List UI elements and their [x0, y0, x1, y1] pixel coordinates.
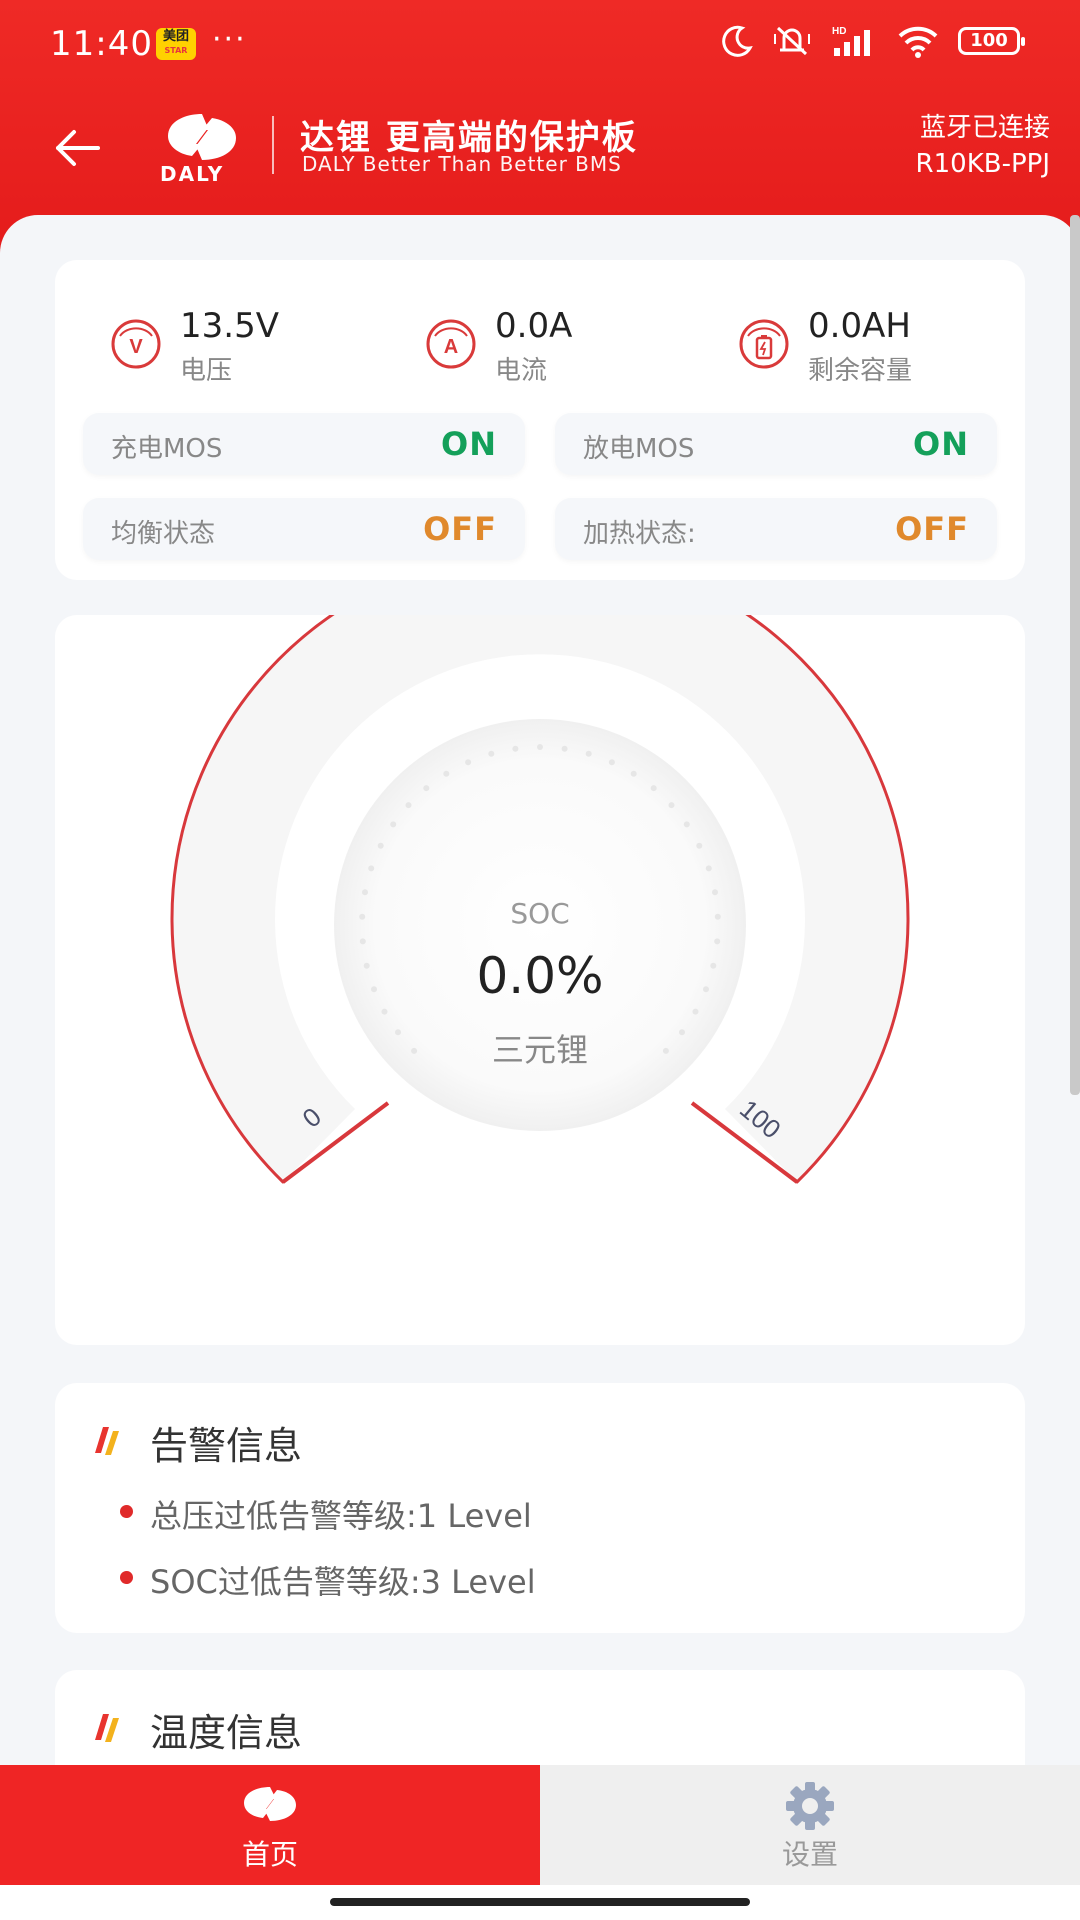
alarm-text: 总压过低告警等级:1 Level	[150, 1497, 532, 1535]
gauge-tick-dot	[668, 802, 675, 809]
gauge-tick-dot	[696, 842, 703, 849]
heating-value: OFF	[895, 510, 969, 548]
gauge-tick-dot	[362, 889, 368, 896]
discharge-mos-label: 放电MOS	[583, 434, 695, 464]
gauge-tick-dot	[465, 759, 472, 766]
gauge-tick-dot	[488, 750, 495, 757]
moon-icon	[722, 25, 753, 57]
voltage-label: 电压	[180, 356, 233, 386]
balance-value: OFF	[423, 510, 497, 548]
current-value: 0.0A	[495, 306, 573, 346]
svg-text:HD: HD	[832, 26, 846, 37]
alarm-dot-icon	[120, 1571, 133, 1584]
alarm-card: 告警信息 总压过低告警等级:1 Level SOC过低告警等级:3 Level	[55, 1383, 1025, 1633]
alarm-item: 总压过低告警等级:1 Level	[120, 1491, 532, 1537]
gauge-tick-dot	[712, 889, 718, 896]
gauge-tick-dot	[423, 785, 430, 792]
current-label: 电流	[495, 356, 548, 386]
gauge-tick-dot	[714, 938, 721, 945]
meituan-badge-text: 美团	[162, 29, 189, 44]
temperature-card: 温度信息	[55, 1670, 1025, 1765]
charge-mos-value: ON	[441, 425, 497, 463]
meituan-badge-sub: STAR	[164, 46, 188, 55]
gauge-tick-dot	[443, 770, 450, 777]
svg-text:V: V	[129, 336, 143, 358]
gauge-tick-dot	[683, 821, 690, 828]
gauge-tick-dot	[705, 865, 712, 872]
mute-bell-icon	[774, 26, 810, 56]
gauge-tick-dot	[608, 759, 615, 766]
gauge-tick-dot	[692, 1008, 699, 1015]
battery-type: 三元锂	[491, 1031, 588, 1069]
discharge-mos-value: ON	[913, 425, 969, 463]
main-content[interactable]: V 13.5V 电压 A 0.0A 电流 0.0AH 剩余容量 充电MOS ON…	[0, 215, 1080, 1765]
bottom-tab-bar: 首页 设置	[0, 1765, 1080, 1885]
nav-divider	[272, 116, 274, 174]
voltage-value: 13.5V	[180, 306, 279, 346]
temperature-section-icon	[95, 1714, 119, 1742]
alarm-item: SOC过低告警等级:3 Level	[120, 1557, 536, 1603]
status-icons: HD 100	[720, 24, 1025, 58]
gauge-tick-dot	[512, 745, 519, 752]
nav-bar: DALY 达锂 更高端的保护板 DALY Better Than Better …	[0, 100, 1080, 230]
signal-icon: HD	[832, 26, 870, 56]
tab-home-label: 首页	[241, 1838, 298, 1871]
status-time: 11:40	[50, 24, 153, 64]
charge-mos-label: 充电MOS	[111, 434, 223, 464]
alarm-title: 告警信息	[150, 1424, 303, 1468]
scrollbar[interactable]	[1070, 215, 1080, 1095]
gauge-tick-dot	[405, 802, 412, 809]
gauge-tick-dot	[359, 938, 366, 945]
gauge-tick-dot	[630, 770, 637, 777]
metrics-card: V 13.5V 电压 A 0.0A 电流 0.0AH 剩余容量 充电MOS ON…	[55, 260, 1025, 580]
home-indicator[interactable]	[330, 1898, 750, 1906]
soc-gauge-card: 0 100 SOC 0.0% 三元锂	[55, 615, 1025, 1345]
soc-label: SOC	[510, 897, 570, 930]
charge-mos-status: 充电MOS ON	[83, 413, 525, 475]
temperature-title: 温度信息	[150, 1711, 303, 1755]
balance-label: 均衡状态	[111, 519, 216, 549]
device-name: R10KB-PPJ	[915, 149, 1050, 179]
brand-subtitle: DALY Better Than Better BMS	[302, 152, 622, 176]
current-icon: A	[426, 319, 476, 369]
gauge-tick-dot	[561, 745, 568, 752]
gauge-tick-dot	[377, 842, 384, 849]
soc-value: 0.0%	[476, 947, 604, 1005]
discharge-mos-status: 放电MOS ON	[555, 413, 997, 475]
gauge-tick-dot	[537, 744, 543, 750]
logo-text: DALY	[160, 162, 225, 186]
gauge-tick-dot	[585, 750, 592, 757]
gauge-tick-dot	[368, 865, 375, 872]
heating-label: 加热状态:	[583, 519, 696, 549]
status-bar: 11:40 美团 STAR ··· HD 100	[0, 0, 1080, 86]
battery-indicator: 100	[958, 27, 1025, 55]
wifi-icon	[898, 26, 938, 58]
gauge-tick-dot	[650, 785, 657, 792]
svg-text:A: A	[444, 336, 458, 358]
capacity-icon	[739, 319, 789, 369]
capacity-value: 0.0AH	[808, 306, 911, 346]
meituan-notification-icon: 美团 STAR	[156, 28, 196, 60]
balance-status: 均衡状态 OFF	[83, 498, 525, 560]
tab-settings-label: 设置	[781, 1838, 838, 1871]
back-arrow-icon[interactable]	[50, 120, 106, 176]
bluetooth-status[interactable]: 蓝牙已连接 R10KB-PPJ	[916, 110, 1050, 182]
heating-status: 加热状态: OFF	[555, 498, 997, 560]
alarm-section-icon	[95, 1427, 119, 1455]
voltage-icon: V	[111, 319, 161, 369]
bluetooth-connected-text: 蓝牙已连接	[919, 113, 1050, 143]
alarm-dot-icon	[120, 1505, 133, 1518]
gear-icon	[786, 1782, 834, 1830]
more-notifications-icon: ···	[212, 22, 247, 57]
capacity-label: 剩余容量	[808, 356, 913, 386]
gauge-tick-dot	[381, 1008, 388, 1015]
tab-home[interactable]: 首页	[0, 1765, 540, 1885]
home-logo-icon	[244, 1787, 296, 1821]
gauge-tick-dot	[390, 821, 397, 828]
tab-settings[interactable]: 设置	[540, 1765, 1080, 1885]
alarm-text: SOC过低告警等级:3 Level	[150, 1563, 536, 1601]
